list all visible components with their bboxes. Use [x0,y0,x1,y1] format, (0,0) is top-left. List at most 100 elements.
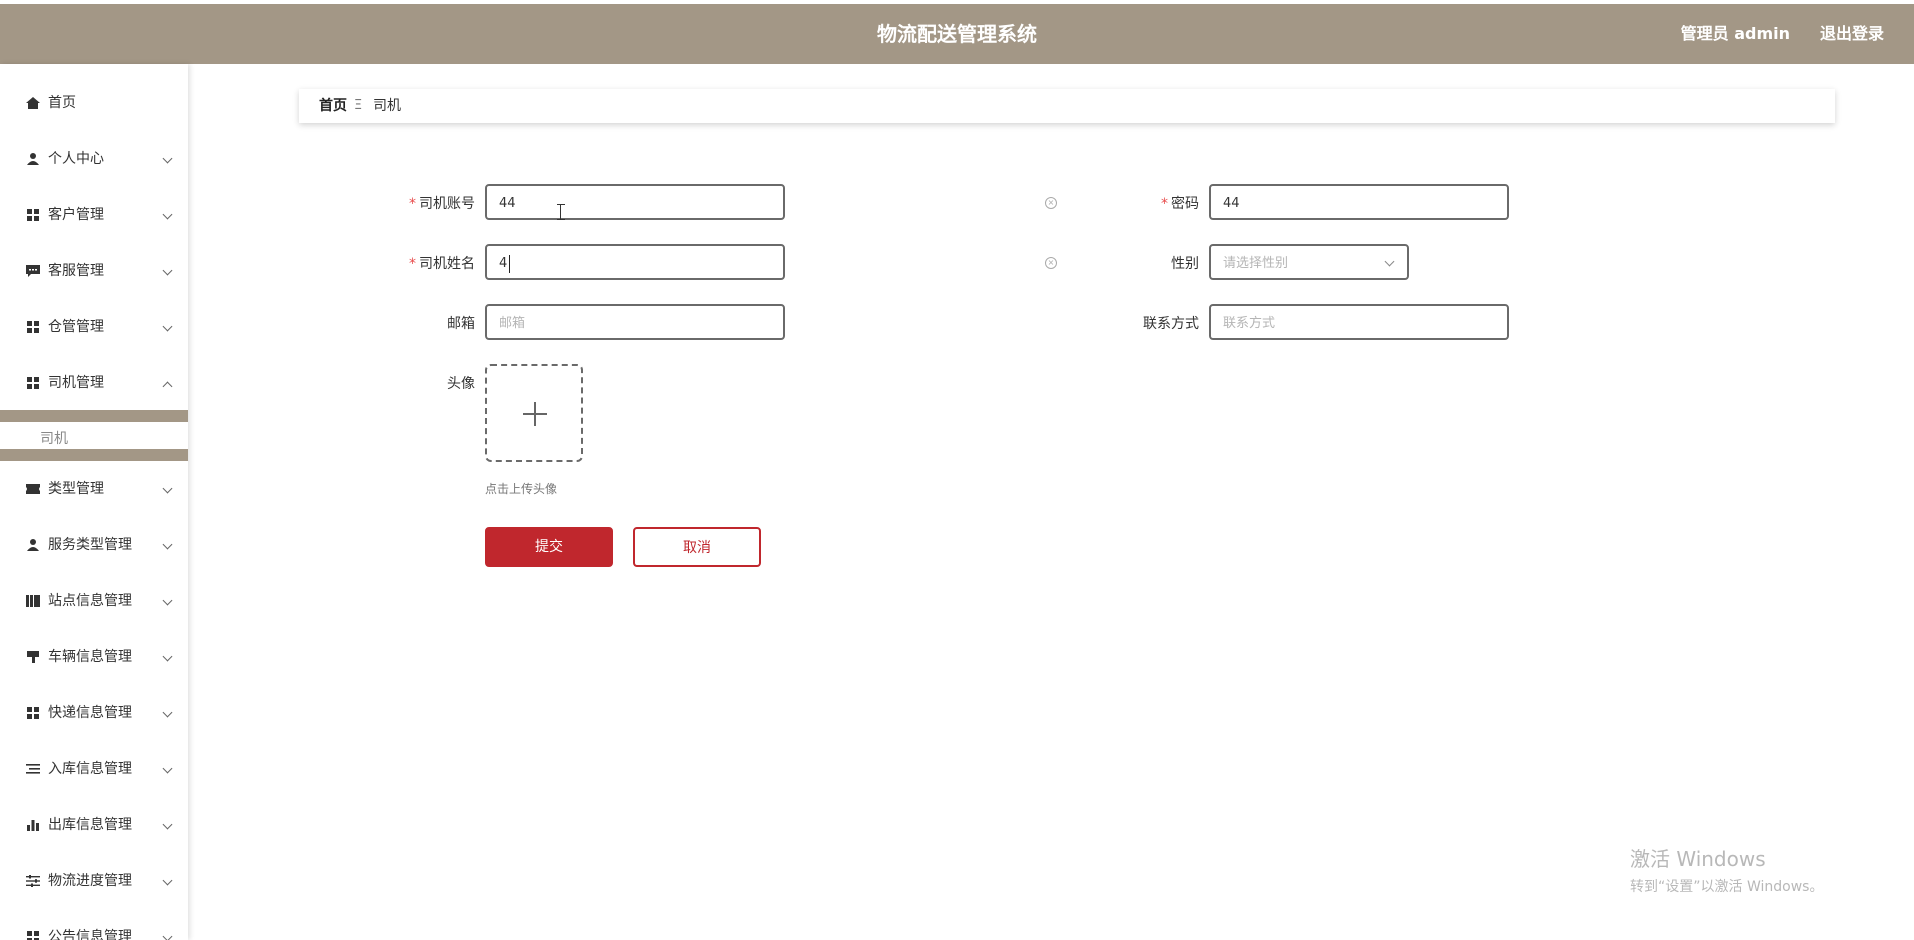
home-icon [26,97,40,109]
submenu-band-bottom [0,449,188,461]
current-user: 管理员 admin [1680,24,1790,43]
required-mark: * [409,196,416,212]
chevron-down-icon [162,707,173,718]
sidebar-item-label: 个人中心 [48,151,104,167]
sidebar-item-label: 首页 [48,95,76,111]
sliders-icon [26,875,40,887]
chevron-down-icon [162,763,173,774]
chevron-down-icon [162,265,173,276]
sidebar-item-label: 类型管理 [48,481,104,497]
cursor-bottom [557,219,565,221]
gender-placeholder: 请选择性别 [1223,256,1289,271]
email-placeholder: 邮箱 [499,316,526,331]
chevron-down-icon [162,819,173,830]
chevron-down-icon [162,651,173,662]
chevron-up-icon [162,381,173,392]
email-label: 邮箱 [355,304,475,344]
chevron-down-icon [162,875,173,886]
grid-icon [27,377,39,389]
app-title: 物流配送管理系统 [877,22,1037,46]
text-cursor-icon [557,204,565,221]
cursor-stem [560,204,562,220]
sidebar-item-notices[interactable]: 公告信息管理 [0,917,188,940]
gender-label: 性别 [1079,244,1199,284]
sidebar-item-outbound[interactable]: 出库信息管理 [0,805,188,845]
submenu-band-top [0,410,188,422]
sidebar-item-warehouse[interactable]: 仓管管理 [0,307,188,347]
sidebar-item-label: 站点信息管理 [48,593,132,609]
grid-icon [27,321,39,333]
gender-label-text: 性别 [1171,256,1199,272]
watermark-line2: 转到“设置”以激活 Windows。 [1630,879,1824,895]
clear-icon[interactable]: × [1045,197,1057,209]
sidebar-item-label: 公告信息管理 [48,929,132,940]
top-bar: 物流配送管理系统 管理员 admin 退出登录 [0,4,1914,64]
gender-select[interactable]: 请选择性别 [1209,244,1409,280]
sidebar-item-service[interactable]: 客服管理 [0,251,188,291]
watermark-line1: 激活 Windows [1630,847,1766,871]
account-input[interactable]: 44 [485,184,785,220]
phone-label: 联系方式 [1079,304,1199,344]
sidebar-item-stations[interactable]: 站点信息管理 [0,581,188,621]
cancel-button[interactable]: 取消 [633,527,761,567]
logout-link[interactable]: 退出登录 [1820,4,1884,64]
breadcrumb-separator-icon: Ξ [354,98,363,113]
required-mark: * [1161,196,1168,212]
sidebar-item-progress[interactable]: 物流进度管理 [0,861,188,901]
account-value: 44 [499,196,516,211]
sidebar-item-label: 入库信息管理 [48,761,132,777]
password-input[interactable]: 44 [1209,184,1509,220]
chevron-down-icon [162,153,173,164]
chat-icon [26,265,40,277]
sidebar-item-types[interactable]: 类型管理 [0,469,188,509]
sidebar-item-express[interactable]: 快递信息管理 [0,693,188,733]
sidebar-item-service-types[interactable]: 服务类型管理 [0,525,188,565]
sidebar-item-customers[interactable]: 客户管理 [0,195,188,235]
sidebar-item-drivers[interactable]: 司机管理 [0,363,188,403]
sidebar-item-home[interactable]: 首页 [0,83,188,123]
password-label-text: 密码 [1171,196,1199,212]
submit-button[interactable]: 提交 [485,527,613,567]
sidebar-item-label: 车辆信息管理 [48,649,132,665]
account-label: * 司机账号 [355,184,475,224]
account-label-text: 司机账号 [419,196,475,212]
breadcrumb-current: 司机 [373,98,401,114]
name-label: * 司机姓名 [355,244,475,284]
sidebar-item-label: 客户管理 [48,207,104,223]
list-icon [26,764,40,774]
breadcrumb: 首页 Ξ 司机 [299,89,1835,123]
sidebar-item-personal-center[interactable]: 个人中心 [0,139,188,179]
person-icon [27,539,39,551]
avatar-upload[interactable] [485,364,583,462]
bar-chart-icon [27,820,39,831]
name-value: 4 [499,256,508,271]
sidebar-item-inbound[interactable]: 入库信息管理 [0,749,188,789]
plus-icon-vertical [534,402,536,426]
avatar-label: 头像 [355,364,475,404]
chevron-down-icon [162,595,173,606]
sidebar-item-vehicles[interactable]: 车辆信息管理 [0,637,188,677]
avatar-label-text: 头像 [447,376,475,392]
clear-icon[interactable]: × [1045,257,1057,269]
phone-input[interactable]: 联系方式 [1209,304,1509,340]
person-icon [27,153,39,165]
password-value: 44 [1223,196,1240,211]
sidebar-item-label: 快递信息管理 [48,705,132,721]
library-icon [26,595,40,607]
email-label-text: 邮箱 [447,316,475,332]
brush-icon [27,651,39,663]
chevron-down-icon [162,483,173,494]
windows-activation-watermark: 激活 Windows 转到“设置”以激活 Windows。 [1630,843,1823,896]
sidebar-item-label: 物流进度管理 [48,873,132,889]
name-input[interactable]: 4 [485,244,785,280]
sidebar-item-label: 客服管理 [48,263,104,279]
chevron-down-icon [162,539,173,550]
ticket-icon [26,484,40,494]
chevron-down-icon [162,931,173,940]
email-input[interactable]: 邮箱 [485,304,785,340]
chevron-down-icon [162,321,173,332]
phone-placeholder: 联系方式 [1223,316,1276,331]
grid-icon [27,931,39,940]
breadcrumb-home[interactable]: 首页 [319,89,347,123]
password-label: * 密码 [1079,184,1199,224]
